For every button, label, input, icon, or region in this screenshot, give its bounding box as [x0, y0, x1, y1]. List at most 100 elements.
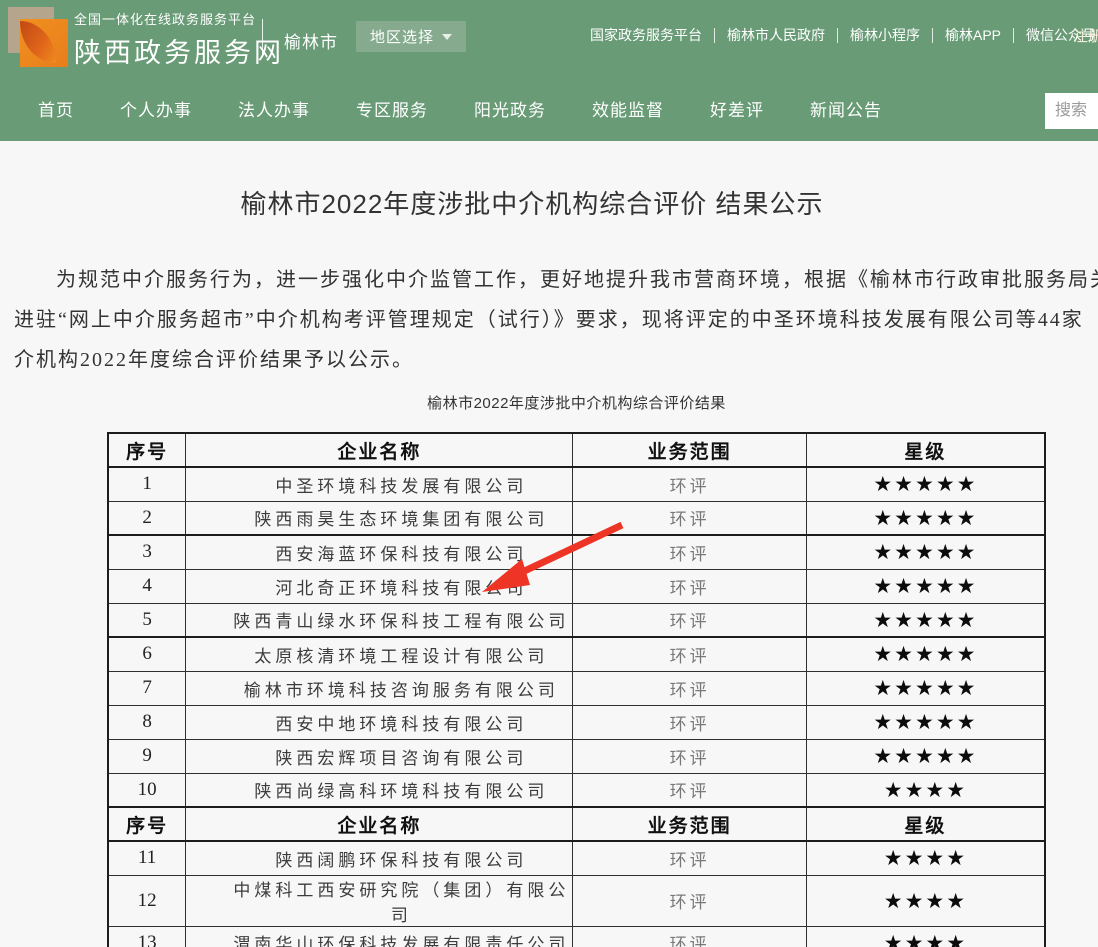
star-rating: ★★★★★	[806, 535, 1045, 569]
row-index: 5	[108, 603, 186, 637]
top-link-2[interactable]: 榆林小程序	[838, 25, 932, 45]
business-scope: 环评	[573, 467, 806, 501]
row-index: 4	[108, 569, 186, 603]
table-row: 5陕西青山绿水环保科技工程有限公司环评★★★★★	[108, 603, 1045, 637]
nav-item-0[interactable]: 首页	[38, 96, 74, 121]
column-header: 企业名称	[186, 433, 573, 467]
search-input[interactable]	[1045, 93, 1098, 129]
star-rating: ★★★★★	[806, 603, 1045, 637]
star-rating: ★★★★	[806, 926, 1045, 947]
company-name: 陕西青山绿水环保科技工程有限公司	[186, 603, 573, 637]
column-header: 序号	[108, 433, 186, 467]
column-header: 星级	[806, 433, 1045, 467]
business-scope: 环评	[573, 501, 806, 535]
table-row: 10陕西尚绿高科环境科技有限公司环评★★★★	[108, 773, 1045, 807]
star-rating: ★★★★★	[806, 467, 1045, 501]
nav-item-4[interactable]: 阳光政务	[474, 96, 546, 121]
star-rating: ★★★★	[806, 875, 1045, 926]
table-row: 12中煤科工西安研究院（集团）有限公司环评★★★★	[108, 875, 1045, 926]
column-header: 企业名称	[186, 807, 573, 841]
table-header-row: 序号企业名称业务范围星级	[108, 807, 1045, 841]
register-link[interactable]: 注册	[1073, 25, 1098, 46]
company-name: 中圣环境科技发展有限公司	[186, 467, 573, 501]
table-row: 4河北奇正环境科技有限公司环评★★★★★	[108, 569, 1045, 603]
row-index: 10	[108, 773, 186, 807]
top-link-3[interactable]: 榆林APP	[933, 25, 1013, 45]
nav-item-5[interactable]: 效能监督	[592, 96, 664, 121]
business-scope: 环评	[573, 841, 806, 875]
main-nav: 首页 个人办事 法人办事 专区服务 阳光政务 效能监督 好差评 新闻公告	[0, 75, 1098, 141]
row-index: 7	[108, 671, 186, 705]
platform-label: 全国一体化在线政务服务平台	[74, 9, 284, 28]
star-rating: ★★★★★	[806, 705, 1045, 739]
top-links: 国家政务服务平台榆林市人民政府榆林小程序榆林APP微信公众号	[578, 25, 1098, 45]
top-link-1[interactable]: 榆林市人民政府	[715, 25, 837, 45]
star-rating: ★★★★★	[806, 569, 1045, 603]
star-rating: ★★★★★	[806, 637, 1045, 671]
row-index: 12	[108, 875, 186, 926]
site-logo[interactable]	[8, 7, 68, 67]
column-header: 序号	[108, 807, 186, 841]
region-select-button[interactable]: 地区选择	[356, 21, 466, 52]
site-banner: 全国一体化在线政务服务平台 陕西政务服务网 榆林市 地区选择 国家政务服务平台榆…	[0, 0, 1098, 141]
row-index: 13	[108, 926, 186, 947]
row-index: 8	[108, 705, 186, 739]
column-header: 业务范围	[573, 433, 806, 467]
table-row: 3西安海蓝环保科技有限公司环评★★★★★	[108, 535, 1045, 569]
business-scope: 环评	[573, 603, 806, 637]
announcement-paragraph: 为规范中介服务行为，进一步强化中介监管工作，更好地提升我市营商环境，根据《榆林市…	[14, 260, 1098, 380]
table-row: 1中圣环境科技发展有限公司环评★★★★★	[108, 467, 1045, 501]
site-name: 陕西政务服务网	[74, 31, 284, 70]
row-index: 2	[108, 501, 186, 535]
company-name: 西安中地环境科技有限公司	[186, 705, 573, 739]
page-title: 榆林市2022年度涉批中介机构综合评价 结果公示	[0, 184, 1064, 221]
star-rating: ★★★★★	[806, 739, 1045, 773]
table-header-row: 序号企业名称业务范围星级	[108, 433, 1045, 467]
table-row: 11陕西阔鹏环保科技有限公司环评★★★★	[108, 841, 1045, 875]
table-row: 6太原核清环境工程设计有限公司环评★★★★★	[108, 637, 1045, 671]
star-rating: ★★★★★	[806, 671, 1045, 705]
region-select-label: 地区选择	[370, 26, 434, 47]
top-link-0[interactable]: 国家政务服务平台	[578, 25, 714, 45]
business-scope: 环评	[573, 739, 806, 773]
paragraph-line: 介机构2022年度综合评价结果予以公示。	[14, 340, 1098, 380]
nav-item-3[interactable]: 专区服务	[356, 96, 428, 121]
row-index: 1	[108, 467, 186, 501]
table-caption: 榆林市2022年度涉批中介机构综合评价结果	[107, 392, 1046, 413]
company-name: 河北奇正环境科技有限公司	[186, 569, 573, 603]
company-name: 陕西雨昊生态环境集团有限公司	[186, 501, 573, 535]
business-scope: 环评	[573, 671, 806, 705]
company-name: 渭南华山环保科技发展有限责任公司	[186, 926, 573, 947]
company-name: 榆林市环境科技咨询服务有限公司	[186, 671, 573, 705]
company-name: 太原核清环境工程设计有限公司	[186, 637, 573, 671]
table-row: 13渭南华山环保科技发展有限责任公司环评★★★★	[108, 926, 1045, 947]
row-index: 11	[108, 841, 186, 875]
business-scope: 环评	[573, 637, 806, 671]
company-name: 陕西尚绿高科环境科技有限公司	[186, 773, 573, 807]
business-scope: 环评	[573, 705, 806, 739]
business-scope: 环评	[573, 569, 806, 603]
table-row: 9陕西宏辉项目咨询有限公司环评★★★★★	[108, 739, 1045, 773]
brand-block: 全国一体化在线政务服务平台 陕西政务服务网	[74, 9, 284, 70]
nav-item-6[interactable]: 好差评	[710, 96, 764, 121]
table-row: 8西安中地环境科技有限公司环评★★★★★	[108, 705, 1045, 739]
table-row: 2陕西雨昊生态环境集团有限公司环评★★★★★	[108, 501, 1045, 535]
table-row: 7榆林市环境科技咨询服务有限公司环评★★★★★	[108, 671, 1045, 705]
brand-divider	[262, 19, 263, 57]
column-header: 业务范围	[573, 807, 806, 841]
nav-item-7[interactable]: 新闻公告	[810, 96, 882, 121]
current-city-label: 榆林市	[284, 28, 338, 53]
paragraph-line: 进驻“网上中介服务超市”中介机构考评管理规定（试行）》要求，现将评定的中圣环境科…	[14, 300, 1098, 340]
chevron-down-icon	[442, 34, 452, 40]
row-index: 6	[108, 637, 186, 671]
business-scope: 环评	[573, 773, 806, 807]
company-name: 西安海蓝环保科技有限公司	[186, 535, 573, 569]
row-index: 9	[108, 739, 186, 773]
nav-items: 首页 个人办事 法人办事 专区服务 阳光政务 效能监督 好差评 新闻公告	[38, 75, 882, 141]
results-table: 序号企业名称业务范围星级1中圣环境科技发展有限公司环评★★★★★2陕西雨昊生态环…	[107, 432, 1046, 947]
results-table-body: 序号企业名称业务范围星级1中圣环境科技发展有限公司环评★★★★★2陕西雨昊生态环…	[108, 433, 1045, 947]
company-name: 中煤科工西安研究院（集团）有限公司	[186, 875, 573, 926]
nav-item-1[interactable]: 个人办事	[120, 96, 192, 121]
business-scope: 环评	[573, 875, 806, 926]
nav-item-2[interactable]: 法人办事	[238, 96, 310, 121]
